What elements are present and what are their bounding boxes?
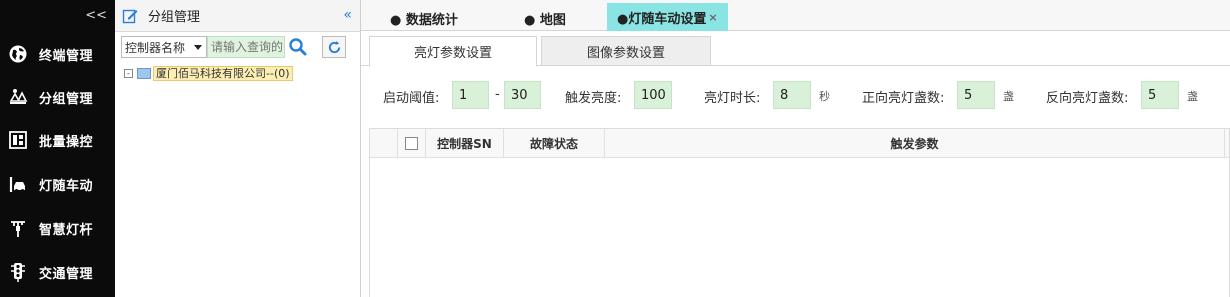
main-content: ● 数据统计 ● 地图 ●灯随车动设置 × 亮灯参数设置 图像参数设置 启动阈值… bbox=[361, 0, 1230, 297]
nav-label: 智慧灯杆 bbox=[39, 222, 94, 238]
group-panel-title: 分组管理 bbox=[148, 10, 201, 25]
forward-count-label: 正向亮灯盏数: bbox=[862, 91, 945, 106]
nav-label: 批量操控 bbox=[39, 134, 94, 150]
subtab-label: 亮灯参数设置 bbox=[413, 46, 492, 61]
edit-icon bbox=[122, 8, 138, 24]
nav-item-batch[interactable]: 批量操控 bbox=[0, 120, 115, 160]
group-icon bbox=[7, 86, 29, 108]
nav-item-terminal[interactable]: 终端管理 bbox=[0, 34, 115, 74]
chevron-down-icon bbox=[194, 45, 202, 50]
nav-item-carlight[interactable]: 灯随车动 bbox=[0, 164, 115, 204]
nav-label: 分组管理 bbox=[39, 91, 94, 107]
duration-label: 亮灯时长: bbox=[704, 91, 761, 106]
tab-label: ●灯随车动设置 bbox=[617, 11, 707, 27]
duration-unit: 秒 bbox=[819, 90, 830, 103]
column-header-trigger[interactable]: 触发参数 bbox=[605, 129, 1225, 157]
close-icon[interactable]: × bbox=[708, 11, 717, 24]
tab-map[interactable]: ● 地图 bbox=[524, 5, 566, 31]
subtab-label: 图像参数设置 bbox=[586, 45, 665, 61]
search-row: 控制器名称 bbox=[121, 35, 346, 59]
controller-table: 控制器SN 故障状态 触发参数 bbox=[369, 128, 1230, 297]
refresh-button[interactable] bbox=[322, 36, 346, 58]
folder-icon bbox=[137, 68, 151, 79]
nav-item-group[interactable]: 分组管理 bbox=[0, 77, 115, 117]
search-input[interactable] bbox=[207, 36, 285, 58]
tab-bar: ● 数据统计 ● 地图 ●灯随车动设置 × bbox=[361, 0, 1230, 31]
threshold-label: 启动阈值: bbox=[383, 91, 440, 106]
nav-collapse-button[interactable]: << bbox=[85, 8, 107, 23]
app-root: << 终端管理 分组管理 批量操控 灯随车动 智慧灯杆 交通管理 分组管理 « … bbox=[0, 0, 1230, 297]
tab-label: ● 地图 bbox=[524, 12, 566, 28]
smart-pole-icon bbox=[7, 217, 29, 239]
column-header-sn[interactable]: 控制器SN bbox=[426, 129, 504, 157]
reverse-count-label: 反向亮灯盏数: bbox=[1046, 91, 1129, 106]
globe-icon bbox=[7, 43, 29, 65]
forward-count-input[interactable]: 5 bbox=[957, 81, 995, 109]
duration-input[interactable]: 8 bbox=[773, 81, 811, 109]
brightness-label: 触发亮度: bbox=[565, 91, 622, 106]
car-light-icon bbox=[7, 173, 29, 195]
reverse-count-input[interactable]: 5 bbox=[1141, 81, 1179, 109]
batch-control-icon bbox=[7, 129, 29, 151]
select-all-checkbox[interactable] bbox=[405, 136, 418, 150]
brightness-input[interactable]: 100 bbox=[634, 81, 672, 109]
nav-item-smartpole[interactable]: 智慧灯杆 bbox=[0, 208, 115, 248]
forward-count-unit: 盏 bbox=[1003, 90, 1014, 103]
light-params-form: 启动阈值: 1 - 30 触发亮度: 100 亮灯时长: 8 秒 正向亮灯盏数:… bbox=[361, 78, 1230, 110]
collapse-panel-button[interactable]: « bbox=[343, 7, 352, 23]
group-panel: 分组管理 « 控制器名称 - 厦门佰马科技有限公司--(0) bbox=[115, 0, 361, 297]
subtab-image-params[interactable]: 图像参数设置 bbox=[541, 36, 711, 66]
tree-node[interactable]: 厦门佰马科技有限公司--(0) bbox=[153, 66, 293, 81]
column-header-fault[interactable]: 故障状态 bbox=[504, 129, 605, 157]
search-field-select[interactable]: 控制器名称 bbox=[121, 36, 207, 58]
tab-data-stats[interactable]: ● 数据统计 bbox=[390, 5, 458, 31]
reverse-count-unit: 盏 bbox=[1187, 90, 1198, 103]
traffic-light-icon bbox=[7, 261, 29, 283]
nav-label: 灯随车动 bbox=[39, 178, 94, 194]
search-button[interactable] bbox=[286, 36, 310, 58]
tab-car-light-settings[interactable]: ●灯随车动设置 × bbox=[607, 3, 728, 31]
threshold-max-input[interactable]: 30 bbox=[504, 81, 541, 109]
main-nav: << 终端管理 分组管理 批量操控 灯随车动 智慧灯杆 交通管理 bbox=[0, 0, 115, 297]
threshold-min-input[interactable]: 1 bbox=[452, 81, 489, 109]
tree-toggle[interactable]: - bbox=[124, 69, 133, 78]
sub-tab-bar: 亮灯参数设置 图像参数设置 bbox=[361, 33, 1230, 67]
select-value: 控制器名称 bbox=[125, 40, 186, 55]
table-header: 控制器SN 故障状态 触发参数 bbox=[370, 129, 1229, 158]
subtab-light-params[interactable]: 亮灯参数设置 bbox=[369, 36, 537, 67]
select-all-header bbox=[398, 129, 426, 157]
refresh-icon bbox=[328, 40, 340, 53]
search-icon bbox=[289, 38, 307, 56]
nav-label: 终端管理 bbox=[39, 48, 94, 64]
nav-label: 交通管理 bbox=[39, 266, 94, 282]
group-panel-header: 分组管理 « bbox=[115, 0, 360, 32]
range-dash: - bbox=[495, 87, 500, 102]
row-number-header bbox=[370, 129, 398, 157]
tab-label: ● 数据统计 bbox=[390, 12, 458, 28]
group-tree: - 厦门佰马科技有限公司--(0) bbox=[124, 66, 293, 81]
nav-item-traffic[interactable]: 交通管理 bbox=[0, 252, 115, 292]
